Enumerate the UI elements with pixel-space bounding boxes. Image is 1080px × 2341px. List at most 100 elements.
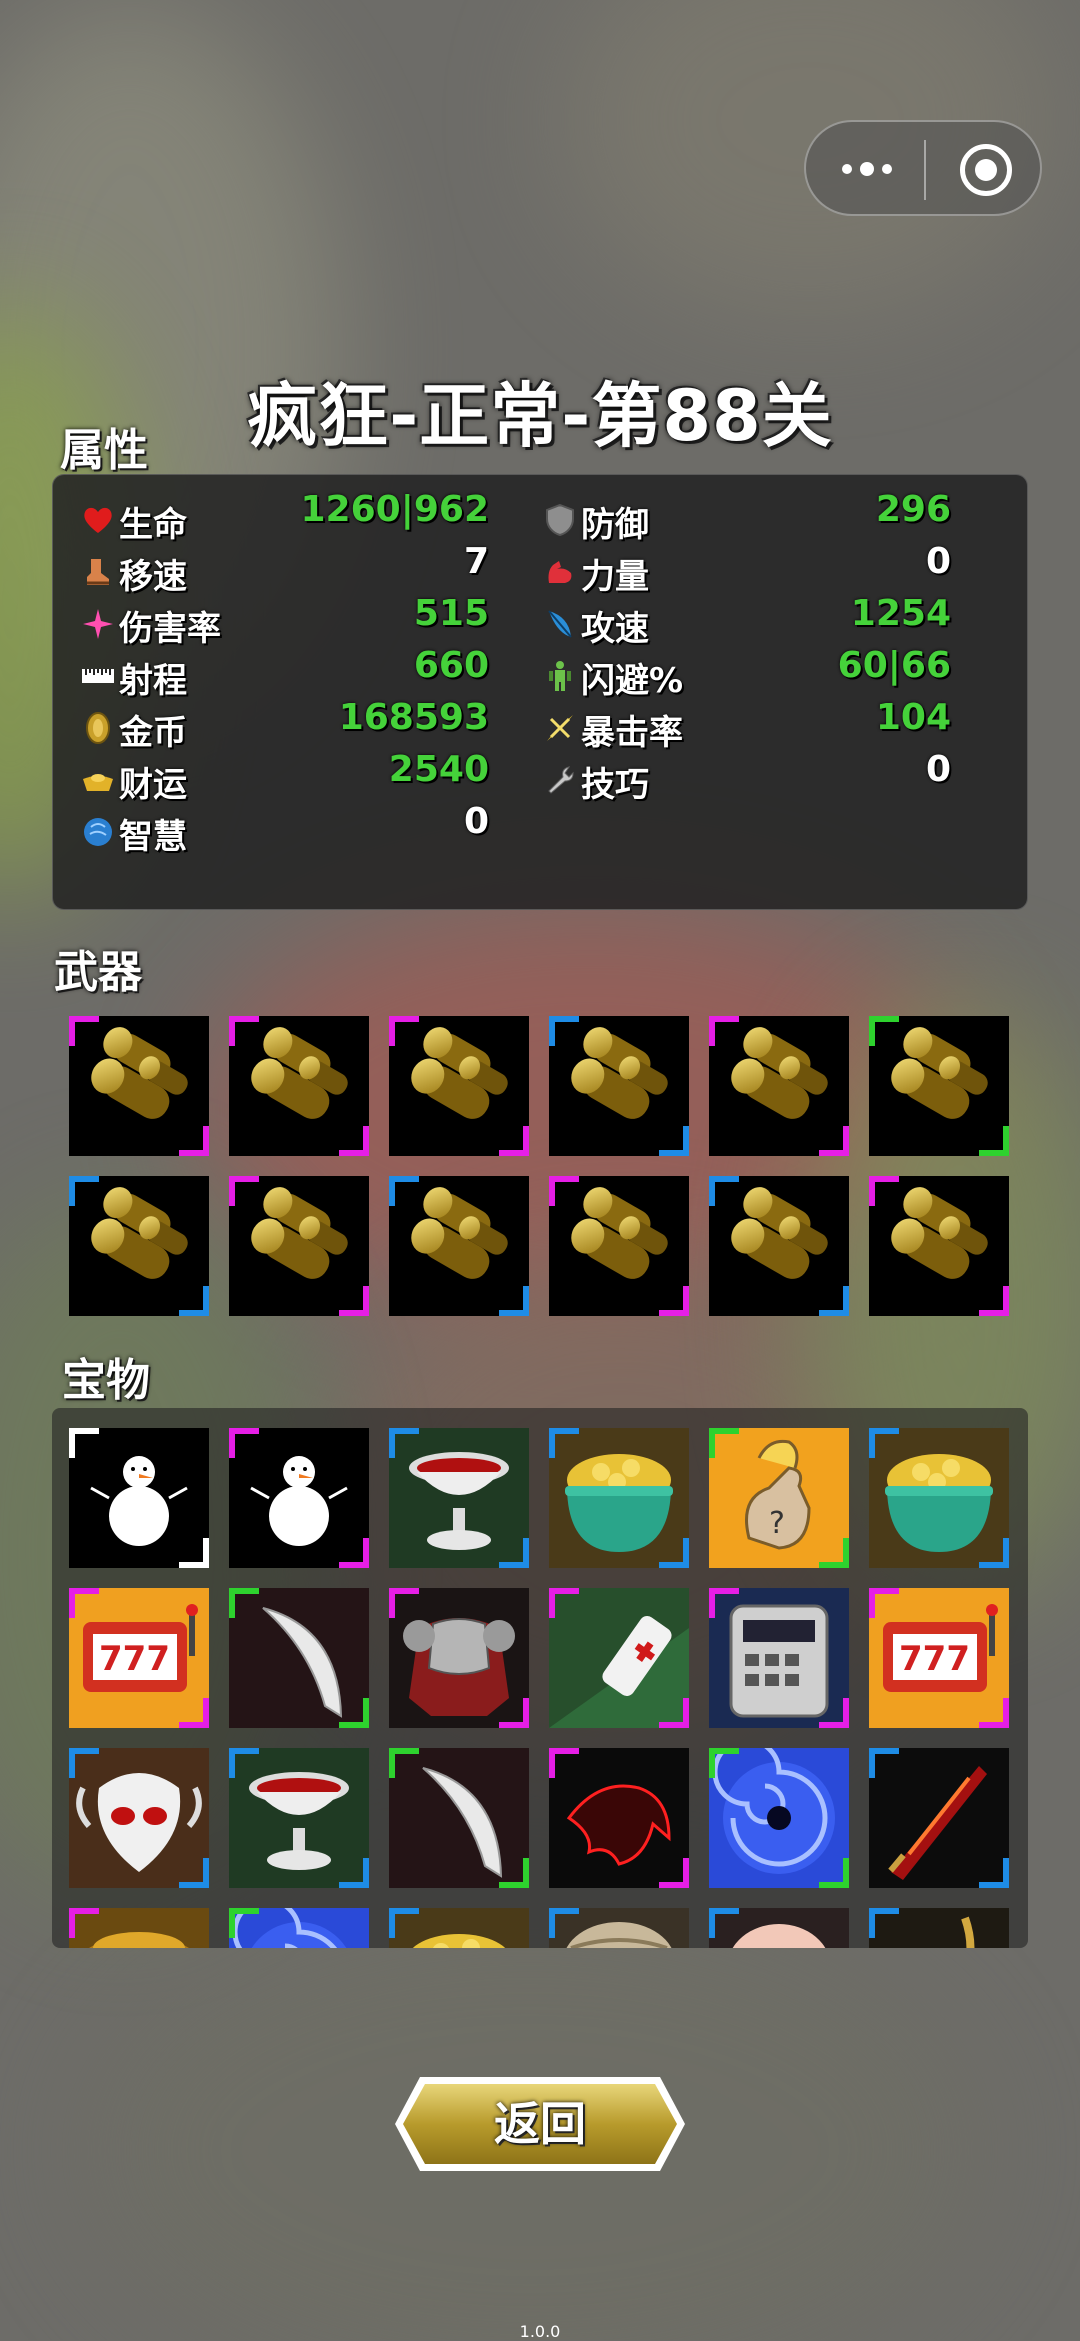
stat-left-name: 生命 — [119, 505, 187, 545]
stat-left-name: 移速 — [119, 557, 187, 597]
stat-left-name: 射程 — [119, 661, 187, 701]
treasure-slot-hand-money-bag[interactable]: ? — [709, 1428, 849, 1568]
attributes-heading: 属性 — [60, 425, 148, 476]
stat-left-value: 515 — [413, 593, 489, 634]
treasure-slot-slot-777[interactable]: 777 — [869, 1588, 1009, 1728]
stat-right-value: 0 — [925, 541, 951, 582]
sparkle-icon — [81, 607, 115, 641]
weapon-slot[interactable] — [389, 1176, 529, 1316]
stat-right-name: 闪避% — [581, 661, 684, 701]
ruler-icon — [81, 659, 115, 693]
stat-right-row: 防御 296 — [543, 489, 951, 545]
stat-right-value: 296 — [875, 489, 951, 530]
heart-icon — [81, 503, 115, 537]
back-button[interactable]: 返回 — [392, 2074, 688, 2174]
stat-left-row: 智慧 0 — [81, 801, 489, 857]
treasure-slot-curved-blade[interactable] — [229, 1588, 369, 1728]
stat-right-name: 攻速 — [581, 609, 649, 649]
muscle-icon — [543, 555, 577, 589]
weapon-slot[interactable] — [69, 1176, 209, 1316]
treasure-slot-gold-pot[interactable] — [549, 1428, 689, 1568]
stat-left-row: 金币 168593 — [81, 697, 489, 753]
wrench-icon — [543, 763, 577, 797]
treasure-slot-rope[interactable] — [869, 1908, 1009, 1948]
level-title: 疯狂-正常-第88关 — [247, 375, 833, 457]
stat-left-row: 伤害率 515 — [81, 593, 489, 649]
boot-icon — [81, 555, 115, 589]
shield-icon — [543, 503, 577, 537]
treasure-slot-vortex[interactable] — [709, 1748, 849, 1888]
coin-icon — [81, 711, 115, 745]
stat-right-row: 暴击率 104 — [543, 697, 951, 753]
treasure-slot-piggy[interactable] — [709, 1908, 849, 1948]
attributes-panel: 生命 1260|962 移速 7 伤害率 515 射程 660 金币 168593 财运 2540 智慧… — [52, 474, 1028, 910]
weapon-slot[interactable] — [229, 1176, 369, 1316]
weapon-slot[interactable] — [709, 1016, 849, 1156]
weapon-slot[interactable] — [709, 1176, 849, 1316]
treasure-slot-red-claw[interactable] — [549, 1748, 689, 1888]
stat-right-name: 暴击率 — [581, 713, 683, 753]
game-background — [0, 0, 1080, 2340]
stat-right-value: 0 — [925, 749, 951, 790]
treasure-slot-medicine-spray[interactable] — [549, 1588, 689, 1728]
stat-left-value: 2540 — [388, 749, 489, 790]
target-close-icon[interactable] — [960, 144, 1012, 196]
stat-left-name: 伤害率 — [119, 609, 221, 649]
treasure-slot-honey-pot[interactable] — [69, 1908, 209, 1948]
treasure-slot-bloody-goblet[interactable] — [229, 1748, 369, 1888]
brain-icon — [81, 815, 115, 849]
stat-right-row: 力量 0 — [543, 541, 951, 597]
treasure-slot-snowman[interactable] — [229, 1428, 369, 1568]
treasure-slot-armor[interactable] — [389, 1588, 529, 1728]
stat-right-value: 104 — [875, 697, 951, 738]
treasures-heading: 宝物 — [62, 1355, 150, 1406]
stat-left-row: 移速 7 — [81, 541, 489, 597]
weapons-heading: 武器 — [54, 947, 142, 998]
treasure-slot-sack[interactable] — [549, 1908, 689, 1948]
stat-right-row: 闪避% 60|66 — [543, 645, 951, 701]
stat-right-row: 攻速 1254 — [543, 593, 951, 649]
treasure-slot-curved-blade[interactable] — [389, 1748, 529, 1888]
back-button-label: 返回 — [494, 2097, 586, 2151]
stat-left-value: 0 — [463, 801, 489, 842]
stat-left-name: 财运 — [119, 765, 187, 805]
stat-left-value: 1260|962 — [300, 489, 490, 530]
treasure-slot-gold-pot[interactable] — [869, 1428, 1009, 1568]
stat-right-name: 防御 — [581, 505, 649, 545]
capsule-divider — [924, 140, 926, 200]
treasure-slot-vortex[interactable] — [229, 1908, 369, 1948]
treasure-slot-skull-mask[interactable] — [69, 1748, 209, 1888]
stat-left-row: 射程 660 — [81, 645, 489, 701]
weapon-slot[interactable] — [549, 1016, 689, 1156]
weapon-slot[interactable] — [389, 1016, 529, 1156]
stat-left-value: 168593 — [338, 697, 489, 738]
stat-left-name: 智慧 — [119, 817, 187, 857]
svg-text:?: ? — [769, 1506, 785, 1541]
svg-text:777: 777 — [99, 1639, 170, 1679]
treasure-slot-snowman[interactable] — [69, 1428, 209, 1568]
weapon-slot[interactable] — [229, 1016, 369, 1156]
treasure-slot-bloody-goblet[interactable] — [389, 1428, 529, 1568]
treasure-slot-gold-pot[interactable] — [389, 1908, 529, 1948]
treasure-slot-slot-777[interactable]: 777 — [69, 1588, 209, 1728]
treasures-panel[interactable]: ? 777 777 — [52, 1408, 1028, 1948]
treasure-slot-flame-sword[interactable] — [869, 1748, 1009, 1888]
stat-right-name: 技巧 — [581, 765, 649, 805]
treasure-slot-calculator[interactable] — [709, 1588, 849, 1728]
more-dots-icon[interactable] — [840, 158, 920, 182]
stat-right-name: 力量 — [581, 557, 649, 597]
svg-text:777: 777 — [899, 1639, 970, 1679]
dodge-figure-icon — [543, 659, 577, 693]
gold-ingot-icon — [81, 763, 115, 797]
weapon-slot[interactable] — [869, 1016, 1009, 1156]
stat-right-value: 60|66 — [837, 645, 951, 686]
stat-left-row: 生命 1260|962 — [81, 489, 489, 545]
feather-icon — [543, 607, 577, 641]
weapon-slot[interactable] — [549, 1176, 689, 1316]
version-text: 1.0.0 — [519, 2322, 561, 2341]
stat-left-name: 金币 — [119, 713, 187, 753]
weapon-slot[interactable] — [69, 1016, 209, 1156]
critical-star-icon — [543, 711, 577, 745]
weapon-slot[interactable] — [869, 1176, 1009, 1316]
stat-left-value: 7 — [463, 541, 489, 582]
